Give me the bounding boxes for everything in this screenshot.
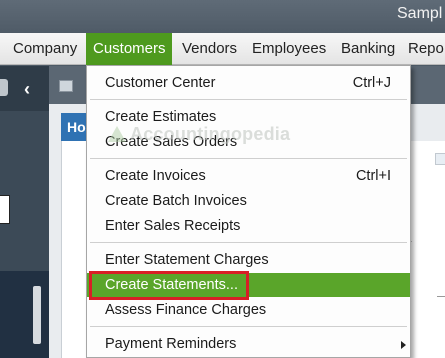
menu-item-label: Payment Reminders xyxy=(105,336,237,352)
menu-item-payment-reminders[interactable]: Payment Reminders xyxy=(87,332,410,356)
title-bar: Sampl xyxy=(0,0,445,33)
highlight-callout-box xyxy=(89,271,249,300)
collapse-arrow-icon[interactable]: ‹ xyxy=(24,79,30,100)
menu-bar: Company Customers Vendors Employees Bank… xyxy=(0,33,445,65)
icon-bar-scrollbar[interactable] xyxy=(33,286,41,344)
watermark-text: Accountingopedia xyxy=(130,124,291,144)
menu-employees[interactable]: Employees xyxy=(252,33,326,65)
watermark: Accountingopedia xyxy=(108,124,290,145)
divider xyxy=(437,296,445,297)
menu-reports[interactable]: Repo xyxy=(408,33,444,65)
menu-separator xyxy=(90,99,407,100)
icon-bar-lower xyxy=(0,271,49,358)
submenu-arrow-icon xyxy=(401,341,406,349)
watermark-logo-icon xyxy=(108,126,126,142)
customers-dropdown-menu: Customer Center Ctrl+J Create Estimates … xyxy=(86,65,411,358)
menu-item-assess-finance-charges[interactable]: Assess Finance Charges xyxy=(87,298,410,322)
menu-item-label: Create Batch Invoices xyxy=(105,193,247,209)
menu-company[interactable]: Company xyxy=(13,33,77,65)
menu-separator xyxy=(90,326,407,327)
side-tab[interactable] xyxy=(435,153,445,165)
menu-item-customer-center[interactable]: Customer Center Ctrl+J xyxy=(87,71,410,95)
icon-bar-edge xyxy=(0,79,8,96)
menu-banking[interactable]: Banking xyxy=(341,33,395,65)
window-menu-icon[interactable] xyxy=(59,80,73,92)
menu-item-label: Assess Finance Charges xyxy=(105,302,267,318)
left-icon-bar: ‹ xyxy=(0,66,49,358)
menu-item-create-batch-invoices[interactable]: Create Batch Invoices xyxy=(87,189,410,213)
menu-item-label: Enter Statement Charges xyxy=(105,252,269,268)
menu-item-enter-sales-receipts[interactable]: Enter Sales Receipts xyxy=(87,214,410,238)
menu-item-shortcut: Ctrl+I xyxy=(355,168,391,184)
search-input[interactable] xyxy=(0,195,10,224)
menu-item-label: Customer Center xyxy=(105,75,216,91)
menu-separator xyxy=(90,158,407,159)
menu-customers[interactable]: Customers xyxy=(86,33,172,65)
menu-item-label: Create Invoices xyxy=(105,168,206,184)
menu-item-label: Enter Sales Receipts xyxy=(105,218,241,234)
menu-item-enter-statement-charges[interactable]: Enter Statement Charges xyxy=(87,248,410,272)
menu-separator xyxy=(90,242,407,243)
window-title: Sampl xyxy=(397,5,443,22)
menu-item-create-invoices[interactable]: Create Invoices Ctrl+I xyxy=(87,164,410,188)
menu-item-shortcut: Ctrl+J xyxy=(352,75,391,91)
menu-vendors[interactable]: Vendors xyxy=(182,33,237,65)
